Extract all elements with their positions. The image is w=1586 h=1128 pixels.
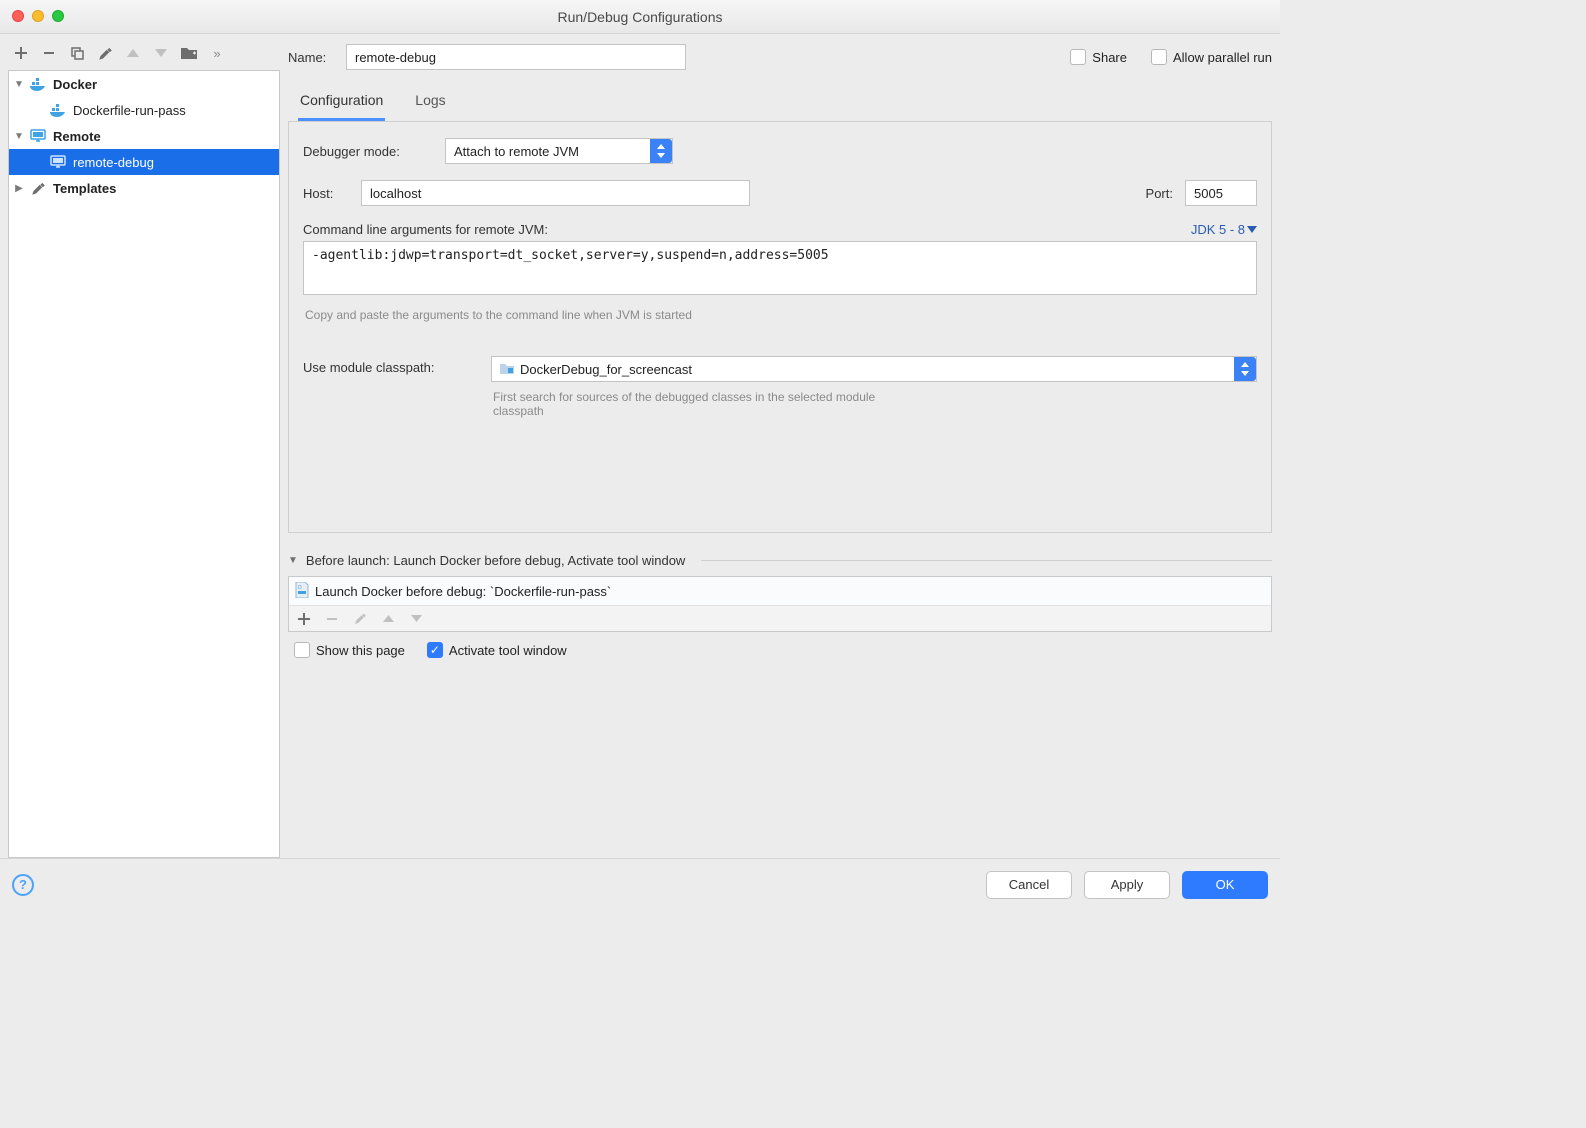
ok-button[interactable]: OK	[1182, 871, 1268, 899]
task-down-button[interactable]	[407, 610, 425, 628]
apply-button[interactable]: Apply	[1084, 871, 1170, 899]
window-zoom-button[interactable]	[52, 10, 64, 22]
remote-icon	[49, 153, 67, 171]
tree-label: Templates	[51, 181, 116, 196]
jdk-version-link[interactable]: JDK 5 - 8	[1191, 222, 1257, 237]
docker-icon	[29, 75, 47, 93]
share-label: Share	[1092, 50, 1127, 65]
allow-parallel-checkbox[interactable]: Allow parallel run	[1151, 49, 1272, 65]
move-up-button[interactable]	[124, 44, 142, 62]
show-this-page-checkbox[interactable]: Show this page	[294, 642, 405, 658]
window-minimize-button[interactable]	[32, 10, 44, 22]
module-classpath-select[interactable]: DockerDebug_for_screencast	[491, 356, 1257, 382]
port-input[interactable]	[1185, 180, 1257, 206]
move-down-button[interactable]	[152, 44, 170, 62]
add-task-button[interactable]	[295, 610, 313, 628]
name-label: Name:	[288, 50, 336, 65]
remove-task-button[interactable]	[323, 610, 341, 628]
task-up-button[interactable]	[379, 610, 397, 628]
tree-label: Docker	[51, 77, 97, 92]
chevron-down-icon[interactable]: ▼	[288, 555, 298, 566]
tree-label: Remote	[51, 129, 101, 144]
tree-node-dockerfile-run-pass[interactable]: Dockerfile-run-pass	[9, 97, 279, 123]
debugger-mode-select[interactable]: Attach to remote JVM	[445, 138, 673, 164]
allow-parallel-label: Allow parallel run	[1173, 50, 1272, 65]
select-caret-icon	[650, 139, 672, 163]
cmd-args-hint: Copy and paste the arguments to the comm…	[303, 308, 1257, 322]
before-launch-title: Before launch: Launch Docker before debu…	[306, 553, 685, 568]
tab-configuration[interactable]: Configuration	[298, 82, 385, 121]
tree-label: remote-debug	[71, 155, 154, 170]
docker-file-icon: D	[295, 582, 309, 601]
tree-node-docker[interactable]: ▼ Docker	[9, 71, 279, 97]
help-button[interactable]: ?	[12, 874, 34, 896]
select-caret-icon	[1234, 357, 1256, 381]
tree-toolbar: »	[8, 42, 280, 70]
jdk-version-label: JDK 5 - 8	[1191, 222, 1245, 237]
window-close-button[interactable]	[12, 10, 24, 22]
activate-tool-window-label: Activate tool window	[449, 643, 567, 658]
cancel-button[interactable]: Cancel	[986, 871, 1072, 899]
expand-toolbar-button[interactable]: »	[208, 44, 226, 62]
checkbox-icon	[294, 642, 310, 658]
show-this-page-label: Show this page	[316, 643, 405, 658]
host-label: Host:	[303, 186, 349, 201]
chevron-down-icon: ▼	[13, 131, 25, 142]
titlebar: Run/Debug Configurations	[0, 0, 1280, 34]
checkbox-checked-icon	[427, 642, 443, 658]
module-icon	[500, 362, 514, 377]
chevron-down-icon: ▼	[13, 79, 25, 90]
remove-config-button[interactable]	[40, 44, 58, 62]
before-launch-section: ▼ Before launch: Launch Docker before de…	[288, 553, 1272, 658]
docker-icon	[49, 101, 67, 119]
select-value: Attach to remote JVM	[454, 144, 579, 159]
port-label: Port:	[1146, 186, 1173, 201]
tab-bar: Configuration Logs	[288, 82, 1272, 122]
checkbox-icon	[1070, 49, 1086, 65]
window-title: Run/Debug Configurations	[0, 9, 1280, 25]
copy-config-button[interactable]	[68, 44, 86, 62]
tree-node-templates[interactable]: ▶ Templates	[9, 175, 279, 201]
task-label: Launch Docker before debug: `Dockerfile-…	[315, 584, 611, 599]
svg-text:D: D	[298, 585, 302, 591]
edit-task-button[interactable]	[351, 610, 369, 628]
settings-button[interactable]	[96, 44, 114, 62]
host-input[interactable]	[361, 180, 750, 206]
config-tree[interactable]: ▼ Docker Dockerfile-run-pass ▼	[8, 70, 280, 858]
activate-tool-window-checkbox[interactable]: Activate tool window	[427, 642, 567, 658]
remote-icon	[29, 127, 47, 145]
tree-node-remote[interactable]: ▼ Remote	[9, 123, 279, 149]
cmd-args-label: Command line arguments for remote JVM:	[303, 222, 548, 237]
tree-node-remote-debug[interactable]: remote-debug	[9, 149, 279, 175]
tab-logs[interactable]: Logs	[413, 82, 447, 121]
folder-button[interactable]	[180, 44, 198, 62]
debugger-mode-label: Debugger mode:	[303, 144, 433, 159]
divider	[701, 560, 1272, 561]
share-checkbox[interactable]: Share	[1070, 49, 1127, 65]
module-classpath-label: Use module classpath:	[303, 356, 473, 375]
checkbox-icon	[1151, 49, 1167, 65]
cmd-args-textarea[interactable]	[303, 241, 1257, 295]
configuration-panel: Debugger mode: Attach to remote JVM Host…	[288, 121, 1272, 533]
tree-label: Dockerfile-run-pass	[71, 103, 186, 118]
name-input[interactable]	[346, 44, 686, 70]
add-config-button[interactable]	[12, 44, 30, 62]
chevron-right-icon: ▶	[13, 183, 25, 194]
wrench-icon	[29, 179, 47, 197]
before-launch-task[interactable]: D Launch Docker before debug: `Dockerfil…	[289, 577, 1271, 605]
select-value: DockerDebug_for_screencast	[520, 362, 692, 377]
module-classpath-hint: First search for sources of the debugged…	[491, 390, 921, 418]
